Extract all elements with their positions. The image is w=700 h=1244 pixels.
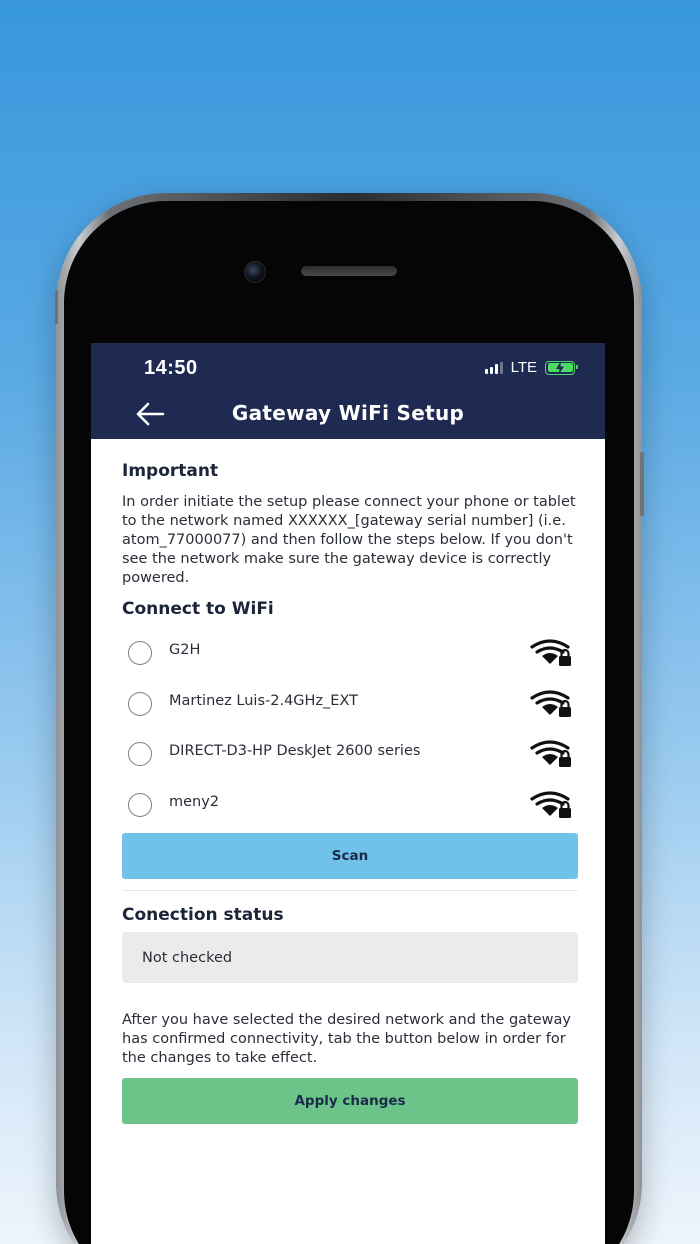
earpiece-speaker xyxy=(301,266,397,276)
network-radio[interactable] xyxy=(128,742,152,766)
apply-instructions: After you have selected the desired netw… xyxy=(122,1012,571,1066)
network-radio[interactable] xyxy=(128,641,152,665)
connection-status-value: Not checked xyxy=(142,949,233,966)
network-radio[interactable] xyxy=(128,792,152,817)
important-heading: Important xyxy=(122,461,219,481)
status-time: 14:50 xyxy=(144,357,198,379)
important-text: In order initiate the setup please conne… xyxy=(122,494,576,586)
connection-status-field: Not checked xyxy=(122,932,578,983)
network-item[interactable]: meny2 xyxy=(122,785,578,836)
front-camera xyxy=(244,261,266,283)
network-type: LTE xyxy=(510,359,537,376)
phone-side-button xyxy=(55,290,58,324)
wifi-lock-icon xyxy=(530,790,571,818)
network-name: G2H xyxy=(169,642,201,658)
network-name: Martinez Luis-2.4GHz_EXT xyxy=(169,692,358,709)
wifi-lock-icon xyxy=(530,689,571,717)
wifi-lock-icon xyxy=(530,639,571,666)
wifi-heading: Connect to WiFi xyxy=(122,599,274,619)
signal-icon xyxy=(484,361,503,374)
section-divider xyxy=(122,890,578,891)
status-indicators: LTE xyxy=(484,359,578,376)
battery-icon xyxy=(545,360,578,375)
wifi-lock-icon xyxy=(530,740,571,767)
network-name: meny2 xyxy=(169,793,220,810)
apply-changes-button[interactable]: Apply changes xyxy=(122,1078,578,1124)
network-list: G2H Martinez Luis-2.4GHz_EXT DIRECT-D3-H… xyxy=(122,633,578,835)
connection-status-heading: Conection status xyxy=(122,905,284,925)
top-bar: 14:50 LTE Gateway WiFi Setup xyxy=(91,343,605,439)
app-screen: 14:50 LTE Gateway WiFi Setup Important I… xyxy=(91,343,605,1244)
network-item[interactable]: DIRECT-D3-HP DeskJet 2600 series xyxy=(122,734,578,785)
network-item[interactable]: Martinez Luis-2.4GHz_EXT xyxy=(122,684,578,735)
network-item[interactable]: G2H xyxy=(122,633,578,684)
charging-bolt-icon xyxy=(556,360,564,375)
scan-button[interactable]: Scan xyxy=(122,833,578,879)
network-name: DIRECT-D3-HP DeskJet 2600 series xyxy=(169,743,421,759)
phone-side-button xyxy=(640,452,644,516)
network-radio[interactable] xyxy=(128,691,152,716)
page-title: Gateway WiFi Setup xyxy=(231,401,465,425)
